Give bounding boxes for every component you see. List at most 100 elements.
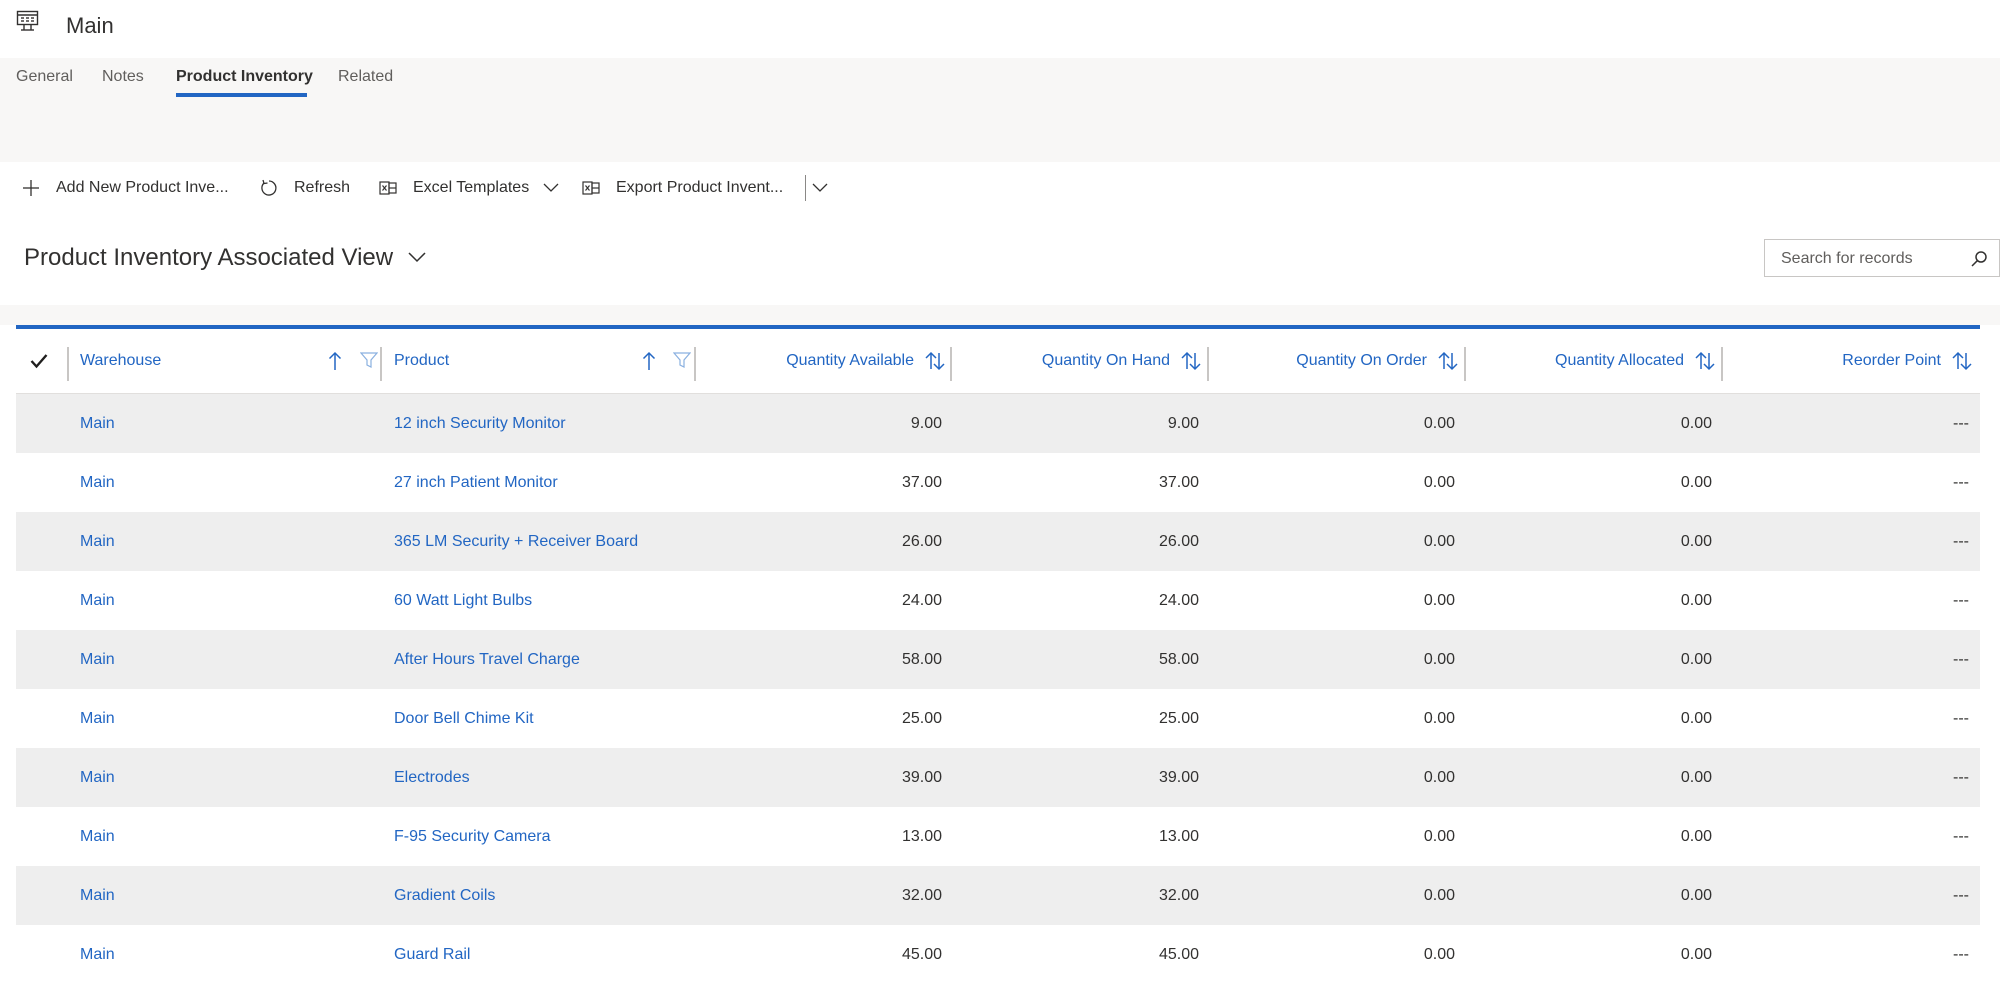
sort-both-icon[interactable] bbox=[1951, 351, 1975, 376]
cell-quantity-available: 58.00 bbox=[901, 651, 942, 668]
cell-product[interactable]: Electrodes bbox=[394, 748, 470, 807]
sort-ascending-icon[interactable] bbox=[642, 351, 656, 376]
active-tab-indicator bbox=[176, 93, 307, 97]
more-commands-button[interactable] bbox=[812, 176, 844, 200]
cell-product[interactable]: After Hours Travel Charge bbox=[394, 630, 580, 689]
sort-both-icon[interactable] bbox=[1694, 351, 1718, 376]
cell-quantity-allocated: 0.00 bbox=[1680, 887, 1712, 904]
cell-product[interactable]: Guard Rail bbox=[394, 925, 470, 984]
column-separator bbox=[694, 347, 696, 381]
cell-warehouse[interactable]: Main bbox=[80, 866, 115, 925]
cell-product[interactable]: 12 inch Security Monitor bbox=[394, 394, 566, 453]
tab-notes[interactable]: Notes bbox=[102, 68, 144, 86]
cell-warehouse[interactable]: Main bbox=[80, 748, 115, 807]
cell-quantity-on-order: 0.00 bbox=[1423, 651, 1455, 668]
cell-warehouse[interactable]: Main bbox=[80, 807, 115, 866]
form-header: Main bbox=[0, 0, 2000, 58]
cell-quantity-available: 37.00 bbox=[901, 474, 942, 491]
cell-quantity-on-order: 0.00 bbox=[1423, 946, 1455, 963]
excel-templates-button[interactable]: Excel Templates bbox=[379, 176, 559, 200]
cell-warehouse[interactable]: Main bbox=[80, 394, 115, 453]
cell-product[interactable]: 365 LM Security + Receiver Board bbox=[394, 512, 638, 571]
cell-product[interactable]: Door Bell Chime Kit bbox=[394, 689, 534, 748]
cell-warehouse[interactable]: Main bbox=[80, 630, 115, 689]
sort-ascending-icon[interactable] bbox=[328, 351, 342, 376]
cell-quantity-allocated: 0.00 bbox=[1680, 769, 1712, 786]
cell-warehouse[interactable]: Main bbox=[80, 689, 115, 748]
table-row[interactable]: Main 27 inch Patient Monitor 37.00 37.00… bbox=[16, 453, 1980, 512]
table-row[interactable]: Main Guard Rail 45.00 45.00 0.00 0.00 --… bbox=[16, 925, 1980, 984]
cell-reorder-point: --- bbox=[1953, 946, 1969, 963]
view-selector-chevron-icon[interactable] bbox=[408, 250, 426, 268]
cell-quantity-on-hand: 25.00 bbox=[1158, 710, 1199, 727]
cell-quantity-allocated: 0.00 bbox=[1680, 474, 1712, 491]
cell-quantity-on-hand: 9.00 bbox=[1167, 415, 1199, 432]
sort-both-icon[interactable] bbox=[924, 351, 948, 376]
cell-reorder-point: --- bbox=[1953, 769, 1969, 786]
table-row[interactable]: Main 60 Watt Light Bulbs 24.00 24.00 0.0… bbox=[16, 571, 1980, 630]
column-header-product[interactable]: Product bbox=[394, 329, 449, 393]
cell-warehouse[interactable]: Main bbox=[80, 453, 115, 512]
view-selector-title[interactable]: Product Inventory Associated View bbox=[24, 244, 393, 272]
grid-header: Warehouse Product Quantity Available Qua… bbox=[16, 329, 1980, 394]
cell-quantity-on-order: 0.00 bbox=[1423, 415, 1455, 432]
select-all-checkmark-icon[interactable] bbox=[30, 353, 48, 374]
cell-quantity-on-order: 0.00 bbox=[1423, 474, 1455, 491]
table-row[interactable]: Main 12 inch Security Monitor 9.00 9.00 … bbox=[16, 394, 1980, 453]
cell-warehouse[interactable]: Main bbox=[80, 925, 115, 984]
cell-quantity-on-hand: 26.00 bbox=[1158, 533, 1199, 550]
cell-product[interactable]: F-95 Security Camera bbox=[394, 807, 551, 866]
tab-related[interactable]: Related bbox=[338, 68, 393, 86]
cell-reorder-point: --- bbox=[1953, 592, 1969, 609]
table-row[interactable]: Main 365 LM Security + Receiver Board 26… bbox=[16, 512, 1980, 571]
table-row[interactable]: Main F-95 Security Camera 13.00 13.00 0.… bbox=[16, 807, 1980, 866]
column-header-reorder-point[interactable]: Reorder Point bbox=[1733, 329, 1941, 393]
refresh-button-label: Refresh bbox=[294, 179, 351, 196]
column-separator bbox=[1721, 347, 1723, 381]
add-button-label: Add New Product Inve... bbox=[56, 179, 229, 196]
refresh-button[interactable]: Refresh bbox=[260, 176, 350, 200]
column-header-quantity-on-hand[interactable]: Quantity On Hand bbox=[962, 329, 1170, 393]
cell-quantity-available: 9.00 bbox=[910, 415, 942, 432]
cell-quantity-available: 26.00 bbox=[901, 533, 942, 550]
cell-reorder-point: --- bbox=[1953, 651, 1969, 668]
tab-general[interactable]: General bbox=[16, 68, 73, 86]
page-title: Main bbox=[66, 13, 114, 38]
table-row[interactable]: Main After Hours Travel Charge 58.00 58.… bbox=[16, 630, 1980, 689]
search-input[interactable] bbox=[1779, 240, 1963, 278]
cell-quantity-on-order: 0.00 bbox=[1423, 769, 1455, 786]
column-header-quantity-allocated[interactable]: Quantity Allocated bbox=[1476, 329, 1684, 393]
cell-warehouse[interactable]: Main bbox=[80, 571, 115, 630]
table-row[interactable]: Main Electrodes 39.00 39.00 0.00 0.00 --… bbox=[16, 748, 1980, 807]
cell-product[interactable]: 27 inch Patient Monitor bbox=[394, 453, 558, 512]
column-header-warehouse[interactable]: Warehouse bbox=[80, 329, 161, 393]
sort-both-icon[interactable] bbox=[1180, 351, 1204, 376]
cell-quantity-allocated: 0.00 bbox=[1680, 533, 1712, 550]
add-new-product-inventory-button[interactable]: Add New Product Inve... bbox=[22, 176, 229, 200]
excel-export-icon bbox=[582, 181, 600, 195]
search-icon[interactable] bbox=[1970, 250, 1988, 273]
cell-quantity-available: 39.00 bbox=[901, 769, 942, 786]
cell-warehouse[interactable]: Main bbox=[80, 512, 115, 571]
product-inventory-grid: Warehouse Product Quantity Available Qua… bbox=[16, 325, 1980, 991]
filter-icon[interactable] bbox=[359, 351, 379, 374]
cell-quantity-on-hand: 39.00 bbox=[1158, 769, 1199, 786]
column-header-quantity-on-order[interactable]: Quantity On Order bbox=[1219, 329, 1427, 393]
cell-quantity-on-order: 0.00 bbox=[1423, 887, 1455, 904]
cell-quantity-allocated: 0.00 bbox=[1680, 415, 1712, 432]
column-header-quantity-available[interactable]: Quantity Available bbox=[706, 329, 914, 393]
cell-product[interactable]: Gradient Coils bbox=[394, 866, 495, 925]
sort-both-icon[interactable] bbox=[1437, 351, 1461, 376]
column-separator bbox=[1207, 347, 1209, 381]
cell-quantity-available: 45.00 bbox=[901, 946, 942, 963]
tab-product-inventory[interactable]: Product Inventory bbox=[176, 68, 313, 86]
table-row[interactable]: Main Door Bell Chime Kit 25.00 25.00 0.0… bbox=[16, 689, 1980, 748]
cell-reorder-point: --- bbox=[1953, 710, 1969, 727]
cell-quantity-allocated: 0.00 bbox=[1680, 592, 1712, 609]
export-product-inventory-button[interactable]: Export Product Invent... bbox=[582, 176, 783, 200]
spacer-band bbox=[0, 100, 2000, 162]
filter-icon[interactable] bbox=[672, 351, 692, 374]
cell-quantity-allocated: 0.00 bbox=[1680, 946, 1712, 963]
table-row[interactable]: Main Gradient Coils 32.00 32.00 0.00 0.0… bbox=[16, 866, 1980, 925]
cell-product[interactable]: 60 Watt Light Bulbs bbox=[394, 571, 532, 630]
